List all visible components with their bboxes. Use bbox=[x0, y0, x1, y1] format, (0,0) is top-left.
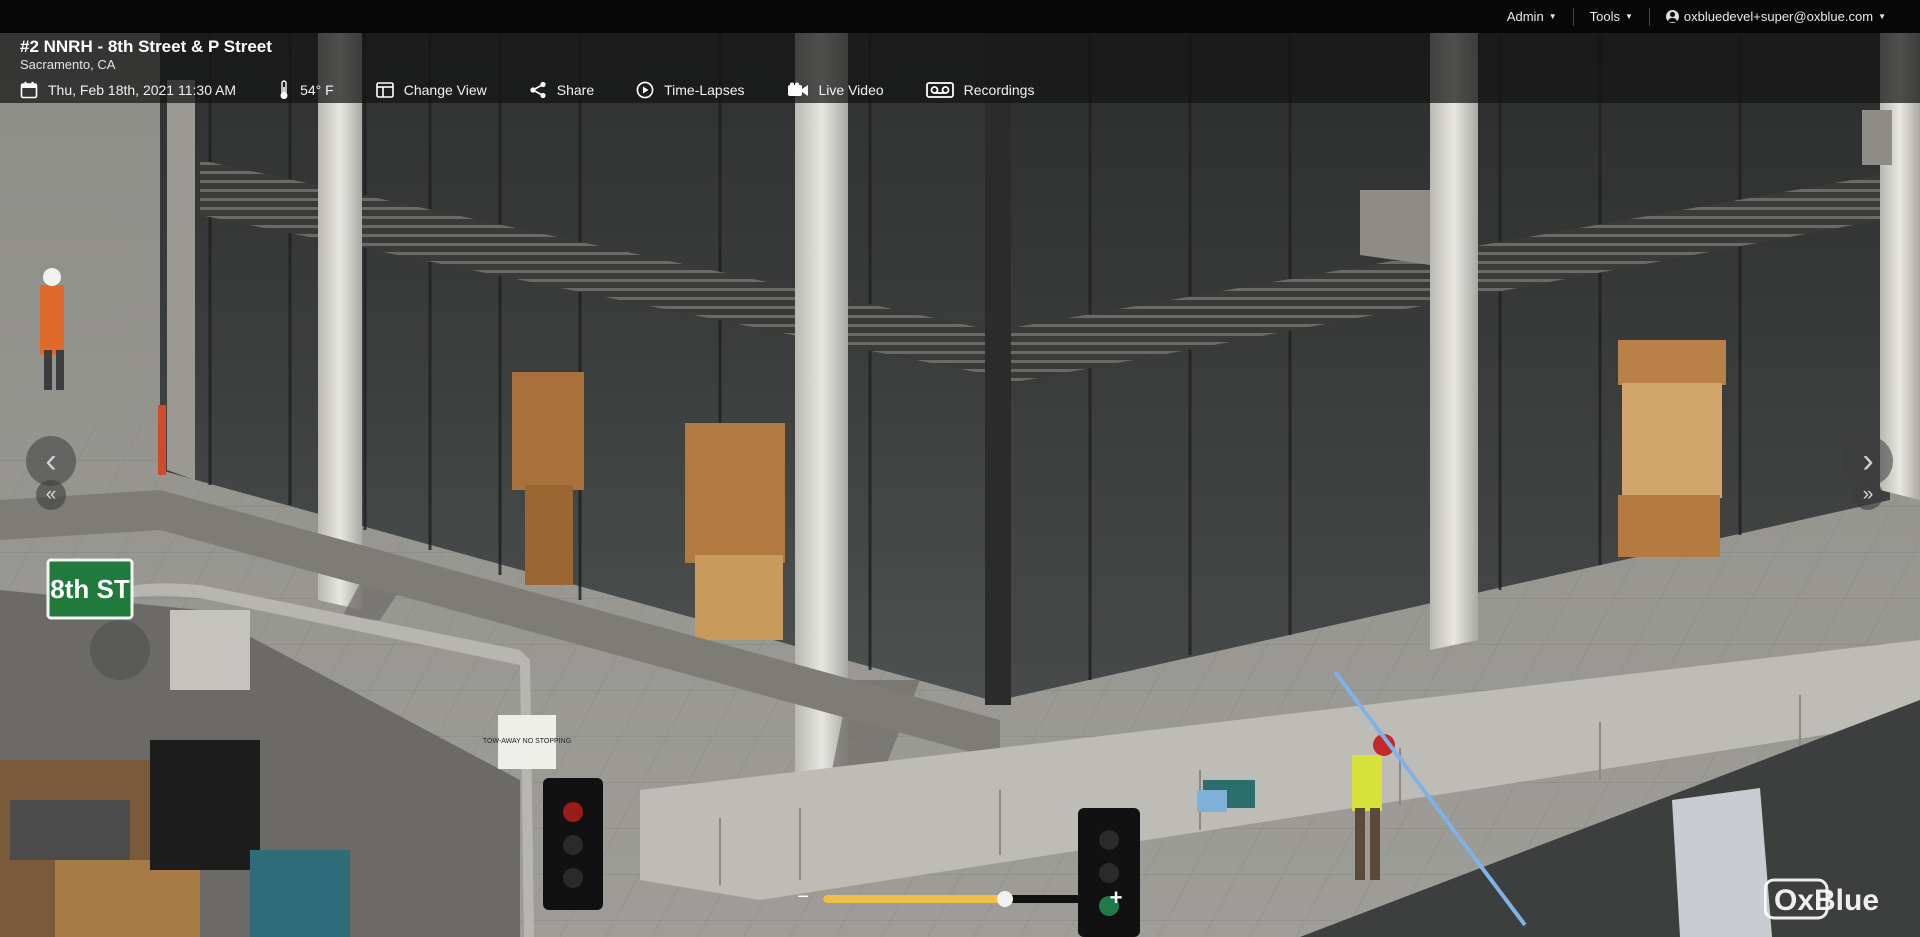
caret-down-icon: ▼ bbox=[1624, 12, 1633, 21]
camera-location: Sacramento, CA bbox=[20, 57, 116, 72]
zoom-slider-handle[interactable] bbox=[997, 891, 1014, 907]
chevron-left-icon: ‹ bbox=[45, 442, 57, 480]
timelapses-label: Time-Lapses bbox=[664, 82, 745, 98]
fast-forward-button[interactable]: » bbox=[1853, 480, 1883, 510]
double-chevron-left-icon: « bbox=[45, 484, 57, 505]
previous-image-button[interactable]: ‹ bbox=[26, 436, 76, 486]
change-view-label: Change View bbox=[403, 82, 487, 98]
zoom-control: − + bbox=[795, 885, 1125, 910]
top-navigation-bar: Admin ▼ Tools ▼ oxbluedevel+super@oxblue… bbox=[0, 0, 1920, 33]
parking-sign-text: TOW-AWAY NO STOPPING bbox=[483, 738, 571, 745]
admin-menu[interactable]: Admin ▼ bbox=[1491, 8, 1573, 26]
calendar-icon bbox=[20, 81, 38, 99]
camera-toolbar: Thu, Feb 18th, 2021 11:30 AM 54° F Chang… bbox=[20, 79, 1076, 101]
weather-info: 54° F bbox=[278, 80, 334, 100]
camera-info-bar: #2 NNRH - 8th Street & P Street Sacramen… bbox=[0, 33, 1920, 103]
zoom-out-button[interactable]: − bbox=[795, 886, 811, 909]
caret-down-icon: ▼ bbox=[1878, 12, 1886, 21]
thermometer-icon bbox=[280, 80, 288, 99]
camera-title: #2 NNRH - 8th Street & P Street bbox=[20, 37, 272, 56]
next-image-button[interactable]: › bbox=[1843, 436, 1893, 486]
camera-temperature: 54° F bbox=[300, 82, 334, 98]
zoom-slider-track[interactable] bbox=[823, 891, 1095, 907]
share-icon bbox=[530, 81, 546, 99]
user-menu[interactable]: oxbluedevel+super@oxblue.com ▼ bbox=[1648, 7, 1902, 26]
share-button[interactable]: Share bbox=[529, 81, 594, 99]
street-sign-text: 8th ST bbox=[50, 574, 130, 604]
rewind-button[interactable]: « bbox=[36, 480, 66, 510]
caret-down-icon: ▼ bbox=[1548, 12, 1557, 21]
oxblue-logo: OxBlue bbox=[1763, 876, 1914, 922]
user-email: oxbluedevel+super@oxblue.com bbox=[1683, 9, 1874, 24]
change-view-button[interactable]: Change View bbox=[375, 82, 487, 98]
layout-icon bbox=[375, 82, 394, 98]
date-picker[interactable]: Thu, Feb 18th, 2021 11:30 AM bbox=[20, 81, 236, 99]
recordings-button[interactable]: Recordings bbox=[925, 82, 1035, 98]
zoom-slider-fill bbox=[823, 895, 1006, 903]
live-video-button[interactable]: Live Video bbox=[787, 82, 884, 98]
camera-datetime: Thu, Feb 18th, 2021 11:30 AM bbox=[48, 82, 237, 98]
chevron-right-icon: › bbox=[1862, 442, 1874, 480]
camera-image: 8th ST TOW-AWAY NO STOPPING bbox=[0, 0, 1920, 937]
share-label: Share bbox=[556, 82, 595, 98]
double-chevron-right-icon: » bbox=[1862, 484, 1874, 505]
user-icon bbox=[1665, 10, 1679, 23]
logo-text: OxBlue bbox=[1774, 884, 1879, 917]
live-video-label: Live Video bbox=[818, 82, 884, 98]
timelapses-button[interactable]: Time-Lapses bbox=[636, 81, 745, 99]
tools-menu-label: Tools bbox=[1589, 9, 1620, 24]
video-camera-icon bbox=[787, 82, 808, 96]
recordings-label: Recordings bbox=[963, 82, 1035, 98]
tools-menu[interactable]: Tools ▼ bbox=[1572, 7, 1649, 26]
vhs-tape-icon bbox=[925, 82, 954, 98]
zoom-in-button[interactable]: + bbox=[1107, 885, 1125, 911]
admin-menu-label: Admin bbox=[1506, 9, 1544, 24]
play-circle-icon bbox=[636, 81, 654, 99]
